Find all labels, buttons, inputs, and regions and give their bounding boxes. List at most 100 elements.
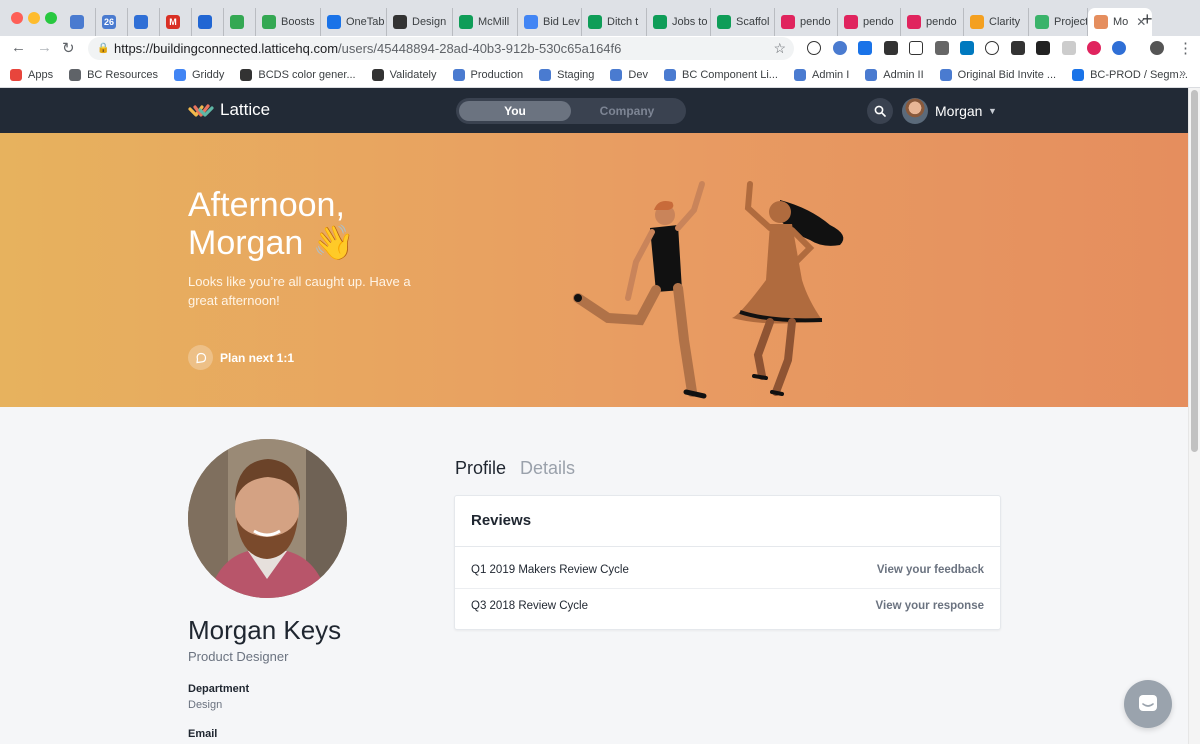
forward-icon[interactable]: → — [37, 39, 52, 56]
user-avatar[interactable] — [902, 98, 928, 124]
scrollbar-thumb[interactable] — [1191, 90, 1198, 452]
bookmark-label: BC Resources — [87, 68, 158, 81]
url-path: /users/45448894-28ad-40b3-912b-530c65a16… — [338, 41, 622, 56]
address-bar[interactable]: 🔒 https://buildingconnected.latticehq.co… — [88, 37, 794, 60]
switch-you[interactable]: You — [459, 101, 571, 121]
tab-profile[interactable]: Profile — [455, 458, 506, 479]
bookmark-icon — [452, 68, 465, 81]
browser-toolbar: ← → ↻ 🔒 https://buildingconnected.lattic… — [0, 36, 1200, 62]
tab-label: Boosts — [281, 16, 315, 28]
bookmark-item[interactable]: BC Resources — [69, 68, 158, 81]
bookmarks-overflow-button[interactable]: » — [1179, 66, 1186, 80]
extension-pink-icon[interactable] — [1087, 41, 1101, 55]
bookmark-label: Admin I — [811, 68, 850, 81]
bookmark-label: Dev — [628, 68, 648, 81]
back-icon[interactable]: ← — [11, 39, 26, 56]
plan-next-one-on-one-button[interactable]: Plan next 1:1 — [188, 345, 294, 370]
maximize-window-button[interactable] — [45, 12, 57, 24]
browser-tab[interactable]: pendo — [838, 8, 901, 36]
tab-favicon-icon — [262, 15, 276, 29]
browser-tab[interactable]: McMill — [453, 8, 518, 36]
extension-info-icon[interactable] — [807, 41, 821, 55]
bookmark-item[interactable]: Dev — [610, 68, 648, 81]
search-icon — [874, 105, 886, 117]
browser-tab[interactable] — [64, 8, 96, 36]
extension-mail-icon[interactable] — [1011, 41, 1025, 55]
bookmark-icon — [69, 68, 82, 81]
bookmark-icon — [10, 68, 22, 81]
tab-details[interactable]: Details — [520, 458, 575, 479]
bookmark-item[interactable]: Griddy — [174, 68, 224, 81]
bookmark-item[interactable]: Validately — [371, 68, 437, 81]
lattice-logo-icon — [188, 104, 214, 117]
switch-company[interactable]: Company — [571, 101, 683, 121]
dancing-people-illustration — [573, 181, 844, 399]
new-tab-button[interactable]: + — [1142, 9, 1153, 30]
search-button[interactable] — [867, 98, 893, 124]
bookmark-item[interactable]: Staging — [539, 68, 594, 81]
tab-favicon-icon: M — [166, 15, 180, 29]
extension-v-icon[interactable] — [858, 41, 872, 55]
chevron-down-icon[interactable]: ▼ — [988, 106, 997, 116]
view-feedback-link[interactable]: View your feedback — [877, 564, 984, 576]
bookmark-icon — [793, 68, 806, 81]
review-row: Q1 2019 Makers Review Cycle View your fe… — [455, 552, 1000, 588]
review-row: Q3 2018 Review Cycle View your response — [455, 588, 1000, 624]
tab-favicon-icon — [393, 15, 407, 29]
view-response-link[interactable]: View your response — [876, 600, 984, 612]
bookmark-star-icon[interactable]: ☆ — [773, 37, 786, 60]
tab-favicon-icon — [844, 15, 858, 29]
close-window-button[interactable] — [11, 12, 23, 24]
extension-screenshot-icon[interactable] — [909, 41, 923, 55]
bookmark-item[interactable]: Admin I — [793, 68, 850, 81]
bookmark-icon — [939, 68, 952, 81]
extension-trello-icon[interactable] — [960, 41, 974, 55]
browser-tab[interactable]: Scaffol — [711, 8, 775, 36]
browser-tab-strip: 26 M Boosts OneTab Design McMill Bid Lev Ditch … — [0, 0, 1200, 36]
tab-label: Bid Lev — [543, 16, 580, 28]
bookmark-item[interactable]: BC-PROD / Segm... — [1072, 68, 1188, 81]
tab-favicon-icon — [198, 15, 212, 29]
extension-block-icon[interactable] — [985, 41, 999, 55]
extension-bc-icon[interactable] — [833, 41, 847, 55]
browser-tab[interactable]: 26 — [96, 8, 128, 36]
page-scrollbar[interactable] — [1188, 88, 1200, 744]
browser-tab[interactable]: M — [160, 8, 192, 36]
bookmark-label: BCDS color gener... — [258, 68, 356, 81]
browser-tab[interactable]: pendo — [901, 8, 964, 36]
chat-bubble-icon — [188, 345, 213, 370]
bookmark-item[interactable]: Apps — [10, 68, 53, 81]
browser-tab[interactable]: Bid Lev — [518, 8, 582, 36]
profile-avatar-icon[interactable] — [1150, 41, 1164, 55]
browser-tab[interactable]: OneTab — [321, 8, 387, 36]
greeting-line-2: Morgan 👋 — [188, 224, 356, 262]
extension-pocket-icon[interactable] — [884, 41, 898, 55]
browser-tab[interactable]: Design — [387, 8, 453, 36]
user-menu-name[interactable]: Morgan — [935, 103, 982, 119]
browser-menu-icon[interactable]: ⋮ — [1178, 39, 1193, 57]
bookmark-item[interactable]: Production — [452, 68, 523, 81]
reload-icon[interactable]: ↻ — [62, 39, 75, 57]
browser-tab[interactable]: Clarity — [964, 8, 1029, 36]
bookmark-item[interactable]: BC Component Li... — [663, 68, 778, 81]
extension-blue-icon[interactable] — [1112, 41, 1126, 55]
browser-tab[interactable]: pendo — [775, 8, 838, 36]
bookmark-label: Original Bid Invite ... — [957, 68, 1057, 81]
lattice-logo[interactable]: Lattice — [188, 100, 270, 120]
bookmark-icon — [371, 68, 384, 81]
browser-tab[interactable]: Boosts — [256, 8, 321, 36]
extension-shield-icon[interactable] — [1036, 41, 1050, 55]
bookmark-item[interactable]: Admin II — [865, 68, 924, 81]
extension-chat-icon[interactable] — [1062, 41, 1076, 55]
minimize-window-button[interactable] — [28, 12, 40, 24]
browser-tab[interactable]: Ditch t — [582, 8, 647, 36]
browser-tab[interactable] — [192, 8, 224, 36]
browser-tab[interactable]: Jobs to — [647, 8, 711, 36]
browser-tab[interactable] — [224, 8, 256, 36]
browser-tab[interactable] — [128, 8, 160, 36]
bookmark-item[interactable]: BCDS color gener... — [240, 68, 356, 81]
bookmark-item[interactable]: Original Bid Invite ... — [939, 68, 1057, 81]
extension-formula-icon[interactable] — [935, 41, 949, 55]
intercom-chat-button[interactable] — [1124, 680, 1172, 728]
browser-tab[interactable]: Project — [1029, 8, 1088, 36]
